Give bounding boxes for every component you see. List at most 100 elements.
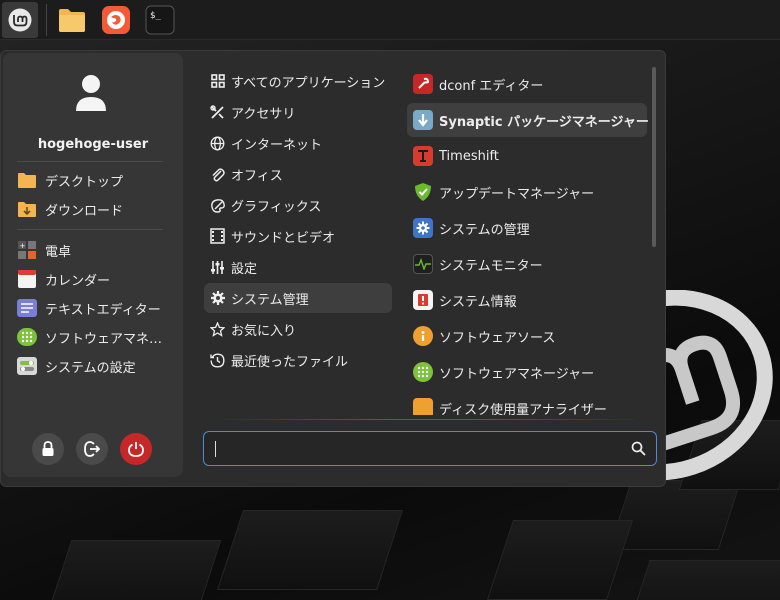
search-input[interactable] — [218, 438, 618, 460]
app-item-synaptic[interactable]: Synaptic パッケージマネージャー — [407, 103, 649, 137]
disk-usage-icon — [413, 398, 433, 415]
category-recent-files[interactable]: 最近使ったファイル — [204, 345, 392, 375]
shutdown-button[interactable] — [120, 433, 152, 465]
category-label: インターネット — [231, 137, 323, 153]
category-accessories[interactable]: アクセサリ — [204, 97, 392, 127]
user-avatar-icon — [76, 75, 106, 111]
sidebar-divider — [17, 161, 163, 162]
app-item-update-manager[interactable]: アップデートマネージャー — [407, 175, 647, 209]
category-favorites[interactable]: お気に入り — [204, 314, 392, 344]
sidebar-item-desktop[interactable]: デスクトップ — [17, 167, 169, 193]
sidebar-item-label: カレンダー — [45, 273, 111, 289]
search-divider — [225, 419, 635, 420]
sidebar-item-calculator[interactable]: + 電卓 — [17, 237, 169, 263]
dconf-icon — [413, 74, 433, 94]
firefox-launcher[interactable] — [98, 2, 134, 38]
search-icon — [631, 441, 646, 456]
palette-icon — [209, 197, 226, 214]
menu-button[interactable] — [2, 2, 38, 38]
app-list-scrollbar[interactable] — [652, 67, 656, 247]
category-label: 最近使ったファイル — [231, 354, 349, 370]
svg-text:+: + — [20, 242, 26, 250]
app-item-software-manager[interactable]: ソフトウェアマネージャー — [407, 355, 647, 389]
category-graphics[interactable]: グラフィックス — [204, 190, 392, 220]
files-icon — [59, 9, 85, 32]
app-label: Synaptic パッケージマネージャー — [439, 114, 649, 130]
sidebar-item-label: ダウンロード — [45, 203, 124, 219]
app-label: ディスク使用量アナライザー — [439, 402, 607, 416]
category-office[interactable]: オフィス — [204, 159, 392, 189]
app-label: Timeshift — [439, 148, 499, 164]
category-label: 設定 — [231, 261, 258, 277]
gear-icon — [209, 290, 226, 307]
application-menu: hogehoge-user デスクトップ ダウンロード + 電卓 カレンダー テ… — [0, 50, 666, 487]
svg-text:$_: $_ — [150, 11, 161, 21]
sidebar-item-calendar[interactable]: カレンダー — [17, 266, 169, 292]
top-panel: $_ — [0, 0, 780, 40]
category-label: オフィス — [231, 168, 283, 184]
sidebar-item-software-manager[interactable]: ソフトウェアマネ… — [17, 324, 169, 350]
calendar-icon — [17, 270, 37, 288]
history-icon — [209, 352, 226, 369]
software-sources-icon — [413, 326, 433, 346]
text-editor-icon — [17, 299, 37, 317]
system-info-icon — [413, 290, 433, 310]
calculator-icon: + — [17, 241, 37, 259]
category-label: グラフィックス — [231, 199, 322, 215]
app-item-system-info[interactable]: システム情報 — [407, 283, 647, 317]
folder-icon — [17, 171, 37, 189]
application-list[interactable]: dconf エディター Synaptic パッケージマネージャー Timeshi… — [405, 67, 651, 415]
app-label: dconf エディター — [439, 78, 544, 94]
paperclip-icon — [209, 166, 226, 183]
globe-icon — [209, 135, 226, 152]
app-item-timeshift[interactable]: Timeshift — [407, 139, 647, 173]
lock-icon — [42, 441, 54, 456]
system-monitor-icon — [413, 254, 433, 274]
category-label: サウンドとビデオ — [231, 230, 336, 246]
category-sound-video[interactable]: サウンドとビデオ — [204, 221, 392, 251]
grid-icon — [209, 73, 226, 90]
firefox-icon — [102, 6, 130, 34]
timeshift-icon — [413, 146, 433, 166]
menu-sidebar: hogehoge-user デスクトップ ダウンロード + 電卓 カレンダー テ… — [3, 53, 183, 477]
update-manager-icon — [413, 182, 433, 202]
text-caret — [215, 441, 216, 457]
category-label: アクセサリ — [231, 106, 296, 122]
logout-button[interactable] — [76, 433, 108, 465]
app-label: システム情報 — [439, 294, 517, 310]
tools-icon — [209, 104, 226, 121]
app-item-system-monitor[interactable]: システムモニター — [407, 247, 647, 281]
app-label: システムモニター — [439, 258, 543, 274]
sidebar-item-text-editor[interactable]: テキストエディター — [17, 295, 169, 321]
app-label: ソフトウェアマネージャー — [439, 366, 595, 382]
film-icon — [209, 228, 226, 245]
terminal-launcher[interactable]: $_ — [142, 2, 178, 38]
menu-icon — [8, 8, 32, 32]
lock-button[interactable] — [32, 433, 64, 465]
sidebar-item-label: システムの設定 — [45, 360, 136, 376]
sidebar-item-system-settings[interactable]: システムの設定 — [17, 353, 169, 379]
category-internet[interactable]: インターネット — [204, 128, 392, 158]
logout-icon — [84, 441, 100, 457]
sidebar-divider — [17, 229, 163, 230]
app-item-software-sources[interactable]: ソフトウェアソース — [407, 319, 647, 353]
terminal-icon: $_ — [145, 5, 175, 35]
app-item-disk-usage-analyzer[interactable]: ディスク使用量アナライザー — [407, 391, 647, 415]
category-preferences[interactable]: 設定 — [204, 252, 392, 282]
synaptic-icon — [413, 110, 433, 130]
category-label: お気に入り — [231, 323, 297, 339]
panel-separator — [46, 4, 47, 36]
sidebar-item-label: デスクトップ — [45, 174, 124, 190]
software-manager-icon — [413, 362, 433, 382]
category-all-applications[interactable]: すべてのアプリケーション — [204, 66, 392, 96]
files-launcher[interactable] — [54, 2, 90, 38]
category-administration[interactable]: システム管理 — [204, 283, 392, 313]
sliders-icon — [209, 259, 226, 276]
sidebar-item-downloads[interactable]: ダウンロード — [17, 196, 169, 222]
sidebar-item-label: テキストエディター — [45, 302, 161, 318]
settings-icon — [17, 357, 37, 375]
app-item-system-administration[interactable]: システムの管理 — [407, 211, 647, 245]
search-box[interactable] — [203, 431, 657, 466]
app-item-dconf-editor[interactable]: dconf エディター — [407, 67, 647, 101]
sidebar-item-label: ソフトウェアマネ… — [45, 331, 163, 347]
